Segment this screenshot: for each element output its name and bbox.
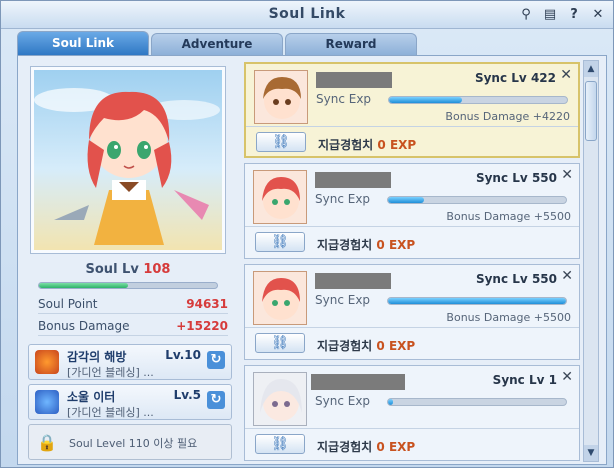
sync-level: Sync Lv 550 (475, 272, 557, 286)
sync-exp-fill (388, 197, 424, 203)
exp-reward: 지급경험치 0 EXP (317, 339, 416, 353)
sync-exp-bar (387, 398, 567, 406)
sync-exp-bar (388, 96, 568, 104)
search-icon[interactable]: ⚲ (517, 5, 535, 23)
soul-panel: Soul Lv 108 Soul Point 94631 Bonus Damag… (24, 60, 242, 462)
blue-m-gem-icon (35, 390, 59, 414)
chat-icon[interactable]: ▤ (541, 5, 559, 23)
red-hair-avatar (253, 271, 307, 325)
remove-icon[interactable]: ✕ (561, 167, 573, 183)
stat-soul-point: Soul Point 94631 (38, 294, 228, 314)
sync-level: Sync Lv 1 (492, 373, 557, 387)
soul-link-window: Soul Link ⚲ ▤ ? ✕ Soul Link Adventure Re… (0, 0, 614, 468)
skill-name: 감각의 해방 (67, 350, 127, 364)
brown-hair-avatar (254, 70, 308, 124)
tab-bar: Soul Link Adventure Reward (17, 31, 417, 55)
exp-reward: 지급경험치 0 EXP (317, 440, 416, 454)
skill-level: Lv.10 (165, 348, 201, 362)
stat-label: Soul Point (38, 296, 98, 311)
scroll-down-icon[interactable]: ▼ (584, 445, 598, 461)
soul-card[interactable]: Sync Lv 550 ✕ Sync Exp Bonus Damage +550… (244, 163, 580, 259)
scroll-up-icon[interactable]: ▲ (584, 61, 598, 77)
card-footer: ⛓ 지급경험치 0 EXP (245, 428, 579, 460)
soul-card[interactable]: Sync Lv 550 ✕ Sync Exp Bonus Damage +550… (244, 264, 580, 360)
stat-value: 94631 (186, 296, 228, 311)
help-icon[interactable]: ? (565, 5, 583, 23)
soul-level-value: 108 (143, 262, 171, 277)
scroll-thumb[interactable] (585, 81, 597, 141)
name-redacted (315, 273, 391, 289)
sync-exp-label: Sync Exp (315, 394, 371, 408)
stat-label: Bonus Damage (38, 318, 130, 333)
skill-level: Lv.5 (173, 388, 201, 402)
card-footer: ⛓ 지급경험치 0 EXP (245, 327, 579, 359)
skill-slot[interactable]: 소울 이터 Lv.5 [가디언 블레싱] ... ↻ (28, 384, 232, 420)
lock-icon: 🔒 (37, 433, 57, 452)
sync-exp-fill (389, 97, 462, 103)
bonus-damage: Bonus Damage +5500 (446, 210, 571, 223)
sync-exp-bar (387, 196, 567, 204)
skill-subtitle: [가디언 블레싱] ... (67, 366, 154, 379)
bonus-damage: Bonus Damage +4220 (445, 110, 570, 123)
sync-exp-fill (388, 298, 566, 304)
bonus-damage: Bonus Damage +5500 (446, 311, 571, 324)
silver-hair-avatar (253, 372, 307, 426)
character-portrait-frame (30, 66, 226, 254)
exp-reward: 지급경험치 0 EXP (318, 138, 417, 152)
tab-soul-link[interactable]: Soul Link (17, 31, 149, 55)
soul-card[interactable]: Sync Lv 1 ✕ Sync Exp ⛓ 지급경험치 0 EXP (244, 365, 580, 461)
soul-level-progress (38, 282, 218, 289)
locked-skill-slot: 🔒 Soul Level 110 이상 필요 (28, 424, 232, 460)
card-header: Sync Lv 550 ✕ Sync Exp Bonus Damage +550… (245, 265, 579, 327)
sync-exp-label: Sync Exp (316, 92, 372, 106)
link-button[interactable]: ⛓ (256, 132, 306, 152)
skill-slot[interactable]: 감각의 해방 Lv.10 [가디언 블레싱] ... ↻ (28, 344, 232, 380)
sync-exp-label: Sync Exp (315, 192, 371, 206)
soul-level-label: Soul Lv (85, 262, 139, 277)
stat-value: +15220 (176, 318, 228, 333)
refresh-icon[interactable]: ↻ (207, 391, 225, 409)
locked-requirement: Soul Level 110 이상 필요 (69, 437, 198, 450)
character-illustration (34, 88, 220, 245)
sync-level: Sync Lv 422 (474, 71, 556, 85)
remove-icon[interactable]: ✕ (560, 67, 572, 83)
name-redacted (316, 72, 392, 88)
sync-exp-bar (387, 297, 567, 305)
refresh-icon[interactable]: ↻ (207, 351, 225, 369)
close-icon[interactable]: ✕ (589, 5, 607, 23)
titlebar: Soul Link ⚲ ▤ ? ✕ (1, 1, 613, 29)
card-footer: ⛓ 지급경험치 0 EXP (245, 226, 579, 258)
card-header: Sync Lv 550 ✕ Sync Exp Bonus Damage +550… (245, 164, 579, 226)
card-footer: ⛓ 지급경험치 0 EXP (246, 126, 578, 158)
remove-icon[interactable]: ✕ (561, 268, 573, 284)
stat-bonus-damage: Bonus Damage +15220 (38, 316, 228, 336)
character-portrait (34, 70, 222, 250)
card-header: Sync Lv 422 ✕ Sync Exp Bonus Damage +422… (246, 64, 578, 126)
tab-reward[interactable]: Reward (285, 33, 417, 55)
soul-card-list: Sync Lv 422 ✕ Sync Exp Bonus Damage +422… (244, 60, 602, 462)
soul-card[interactable]: Sync Lv 422 ✕ Sync Exp Bonus Damage +422… (244, 62, 580, 158)
remove-icon[interactable]: ✕ (561, 369, 573, 385)
skill-subtitle: [가디언 블레싱] ... (67, 406, 154, 419)
link-button[interactable]: ⛓ (255, 333, 305, 353)
soul-level-progress-fill (39, 283, 128, 288)
tab-adventure[interactable]: Adventure (151, 33, 283, 55)
name-redacted (315, 172, 391, 188)
main-panel: Soul Lv 108 Soul Point 94631 Bonus Damag… (17, 55, 607, 465)
link-button[interactable]: ⛓ (255, 434, 305, 454)
exp-reward: 지급경험치 0 EXP (317, 238, 416, 252)
name-redacted (311, 374, 405, 390)
sync-level: Sync Lv 550 (475, 171, 557, 185)
red-hair-avatar (253, 170, 307, 224)
card-header: Sync Lv 1 ✕ Sync Exp (245, 366, 579, 428)
soul-level-row: Soul Lv 108 (30, 262, 226, 280)
sync-exp-fill (388, 399, 394, 405)
link-button[interactable]: ⛓ (255, 232, 305, 252)
sync-exp-label: Sync Exp (315, 293, 371, 307)
list-scrollbar[interactable]: ▲ ▼ (583, 60, 599, 462)
skill-name: 소울 이터 (67, 390, 116, 404)
orange-gem-icon (35, 350, 59, 374)
title-icons: ⚲ ▤ ? ✕ (517, 5, 607, 23)
